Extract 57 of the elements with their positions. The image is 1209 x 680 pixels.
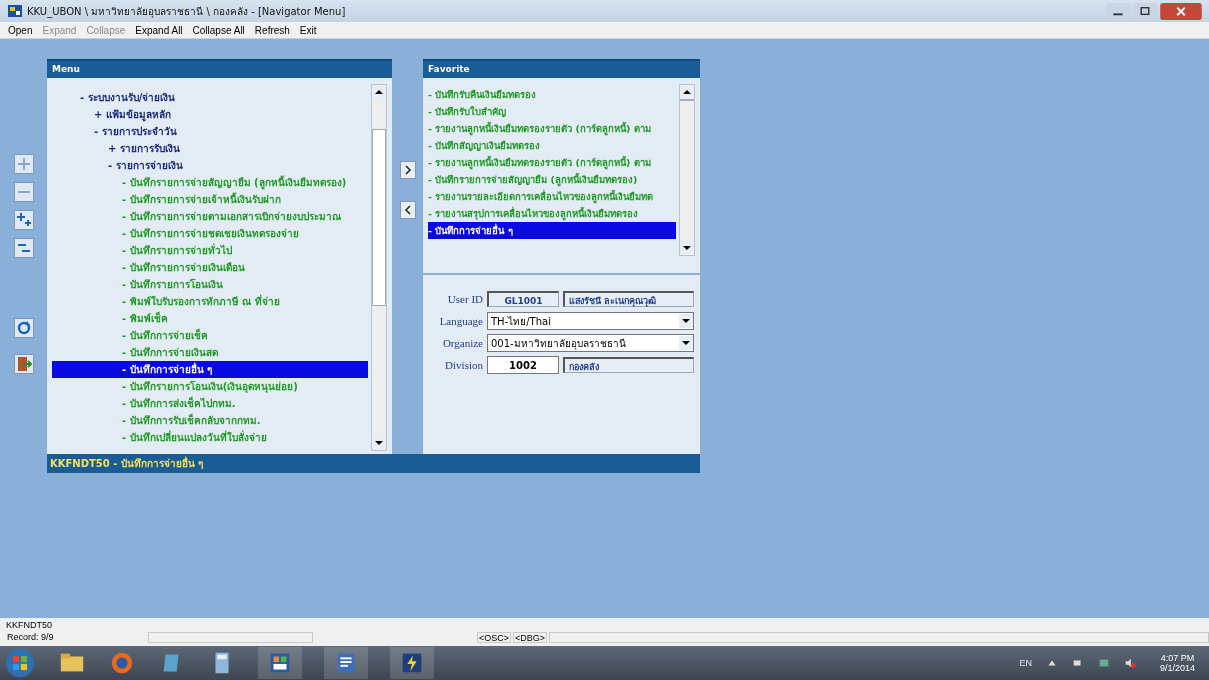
menu-status-text: KKFNDT50 - บันทึกการจ่ายอื่น ๆ xyxy=(47,454,700,473)
menu-panel-header: Menu xyxy=(47,59,392,78)
menu-tree-item[interactable]: - บันทึกการรับเช็คกลับจากกทม. xyxy=(52,412,368,429)
menu-tree-item[interactable]: - บันทึกการส่งเช็คไปกทม. xyxy=(52,395,368,412)
favorite-panel-header: Favorite xyxy=(423,59,700,78)
menu-tree-item[interactable]: - บันทึกการจ่ายเงินสด xyxy=(52,344,368,361)
menu-item[interactable]: Open xyxy=(8,24,33,36)
field-label: Organize xyxy=(441,337,483,349)
favorite-item[interactable]: - รายงานลูกหนี้เงินยืมทดรองรายตัว (การ์ดลูกหนี้) ตาม xyxy=(428,154,676,171)
menu-tree-item[interactable]: - ระบบงานรับ/จ่ายเงิน xyxy=(52,89,368,106)
menu-tree-item[interactable]: - บันทึกรายการโอนเงิน(เงินอุดหนุนย่อย) xyxy=(52,378,368,395)
menu-tree-item[interactable]: + รายการรับเงิน xyxy=(52,140,368,157)
menu-item[interactable]: Expand All xyxy=(135,24,183,36)
menu-tree-item[interactable]: - บันทึกรายการจ่ายชดเชยเงินทดรองจ่าย xyxy=(52,225,368,242)
menu-tree-item[interactable]: - บันทึกรายการจ่ายสัญญายืม (ลูกหนี้เงินยืมทดรอง) xyxy=(52,174,368,191)
clock-date: 9/1/2014 xyxy=(1159,663,1195,673)
window-title: KKU_UBON \ มหาวิทยาลัยอุบลราชธานี \ กองคลัง - [Navigator Menu] xyxy=(27,4,346,19)
division-field[interactable]: 1002 xyxy=(487,356,559,374)
division-name-field: กองคลัง xyxy=(563,357,694,373)
organize-dropdown[interactable]: 001-มหาวิทยาลัยอุบลราชธานี xyxy=(487,334,694,352)
menu-item[interactable]: Collapse All xyxy=(192,24,245,36)
clock-time: 4:07 PM xyxy=(1160,653,1195,663)
menu-tree-item[interactable]: - บันทึกรายการจ่ายตามเอกสารเบิกจ่ายงบประมาณ xyxy=(52,208,368,225)
clock[interactable]: 4:07 PM 9/1/2014 xyxy=(1159,653,1209,673)
favorite-item[interactable]: - รายงานรายละเอียดการเคลื่อนไหวของลูกหนี้เงินยืมทด xyxy=(428,188,676,205)
record-count: Record: 9/9 xyxy=(6,632,55,643)
menu-tree-item[interactable]: - พิมพ์เช็ค xyxy=(52,310,368,327)
menu-tree-item[interactable]: - รายการจ่ายเงิน xyxy=(52,157,368,174)
favorite-item[interactable]: - บันทึกสัญญาเงินยืมทดรอง xyxy=(428,137,676,154)
field-label: Language xyxy=(438,315,483,327)
favorite-item[interactable]: - บันทึกการจ่ายอื่น ๆ xyxy=(428,222,676,239)
language-indicator[interactable]: EN xyxy=(1019,658,1032,668)
menu-item[interactable]: Refresh xyxy=(254,24,290,36)
menu-item[interactable]: Exit xyxy=(299,24,317,36)
menu-tree-item[interactable]: - บันทึกรายการโอนเงิน xyxy=(52,276,368,293)
menu-tree-item[interactable]: + แฟ้มข้อมูลหลัก xyxy=(52,106,368,123)
dbg-indicator: <DBG> xyxy=(513,632,548,643)
favorite-item[interactable]: - รายงานลูกหนี้เงินยืมทดรองรายตัว (การ์ดลูกหนี้) ตาม xyxy=(428,120,676,137)
menu-tree-item[interactable]: - บันทึกเปลี่ยนแปลงวันที่ใบสั่งจ่าย xyxy=(52,429,368,446)
osc-indicator: <OSC> xyxy=(477,632,511,643)
menu-tree-item[interactable]: - บันทึกการจ่ายอื่น ๆ xyxy=(52,361,368,378)
field-label: User ID xyxy=(446,293,483,305)
favorite-item[interactable]: - รายงานสรุปการเคลื่อนไหวของลูกหนี้เงินยืมทดรอง xyxy=(428,205,676,222)
user-id-field: GL1001 xyxy=(487,291,559,307)
favorite-item[interactable]: - บันทึกรับคืนเงินยืมทดรอง xyxy=(428,86,676,103)
field-label: Division xyxy=(444,359,483,371)
user-name-field: แสงรัชนี ละเนกคุณวุฒิ xyxy=(563,291,694,307)
menu-tree-item[interactable]: - รายการประจำวัน xyxy=(52,123,368,140)
menu-tree-item[interactable]: - บันทึกรายการจ่ายทั่วไป xyxy=(52,242,368,259)
menu-tree-item[interactable]: - บันทึกการจ่ายเช็ค xyxy=(52,327,368,344)
form-code: KKFNDT50 xyxy=(6,619,52,630)
menu-tree-item[interactable]: - บันทึกรายการจ่ายเจ้าหนี้เงินรับฝาก xyxy=(52,191,368,208)
language-dropdown[interactable]: TH-ไทย/Thai xyxy=(487,312,694,330)
menu-tree-item[interactable]: - พิมพ์ใบรับรองการหักภาษี ณ ที่จ่าย xyxy=(52,293,368,310)
menu-tree-item[interactable]: - บันทึกรายการจ่ายเงินเดือน xyxy=(52,259,368,276)
favorite-item[interactable]: - บันทึกรับใบสำคัญ xyxy=(428,103,676,120)
favorite-item[interactable]: - บันทึกรายการจ่ายสัญญายืม (ลูกหนี้เงินยืมทดรอง) xyxy=(428,171,676,188)
